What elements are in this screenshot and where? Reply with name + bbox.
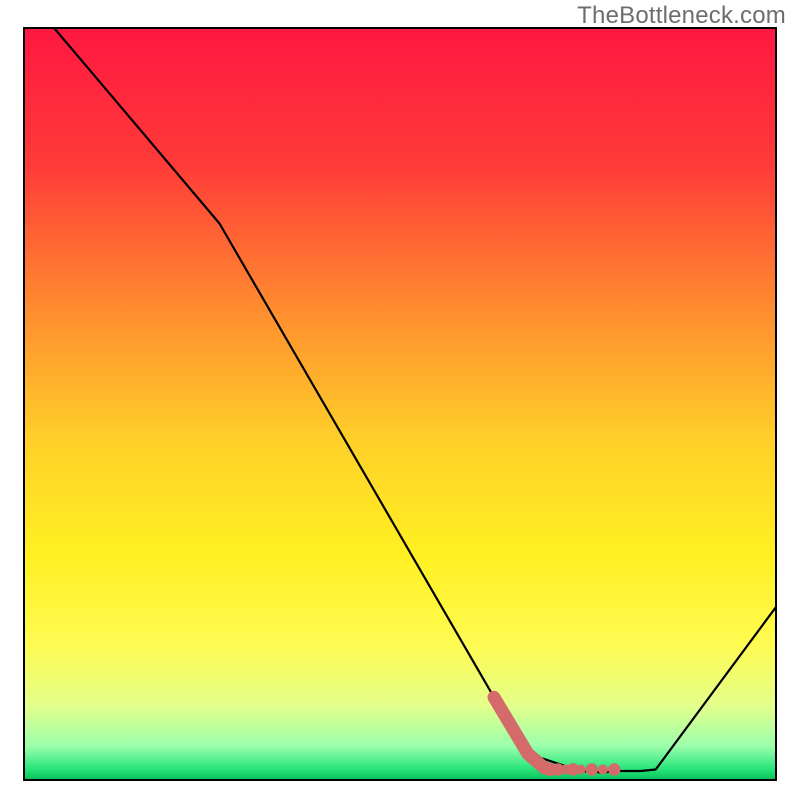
bottleneck-chart <box>0 0 800 800</box>
watermark-text: TheBottleneck.com <box>577 2 786 30</box>
gradient-background <box>24 28 776 780</box>
highlight-dot <box>598 765 608 775</box>
highlight-dot <box>586 763 598 775</box>
highlight-dot <box>608 763 620 775</box>
chart-container: { "watermark": "TheBottleneck.com", "cha… <box>0 0 800 800</box>
highlight-dot <box>576 765 586 775</box>
